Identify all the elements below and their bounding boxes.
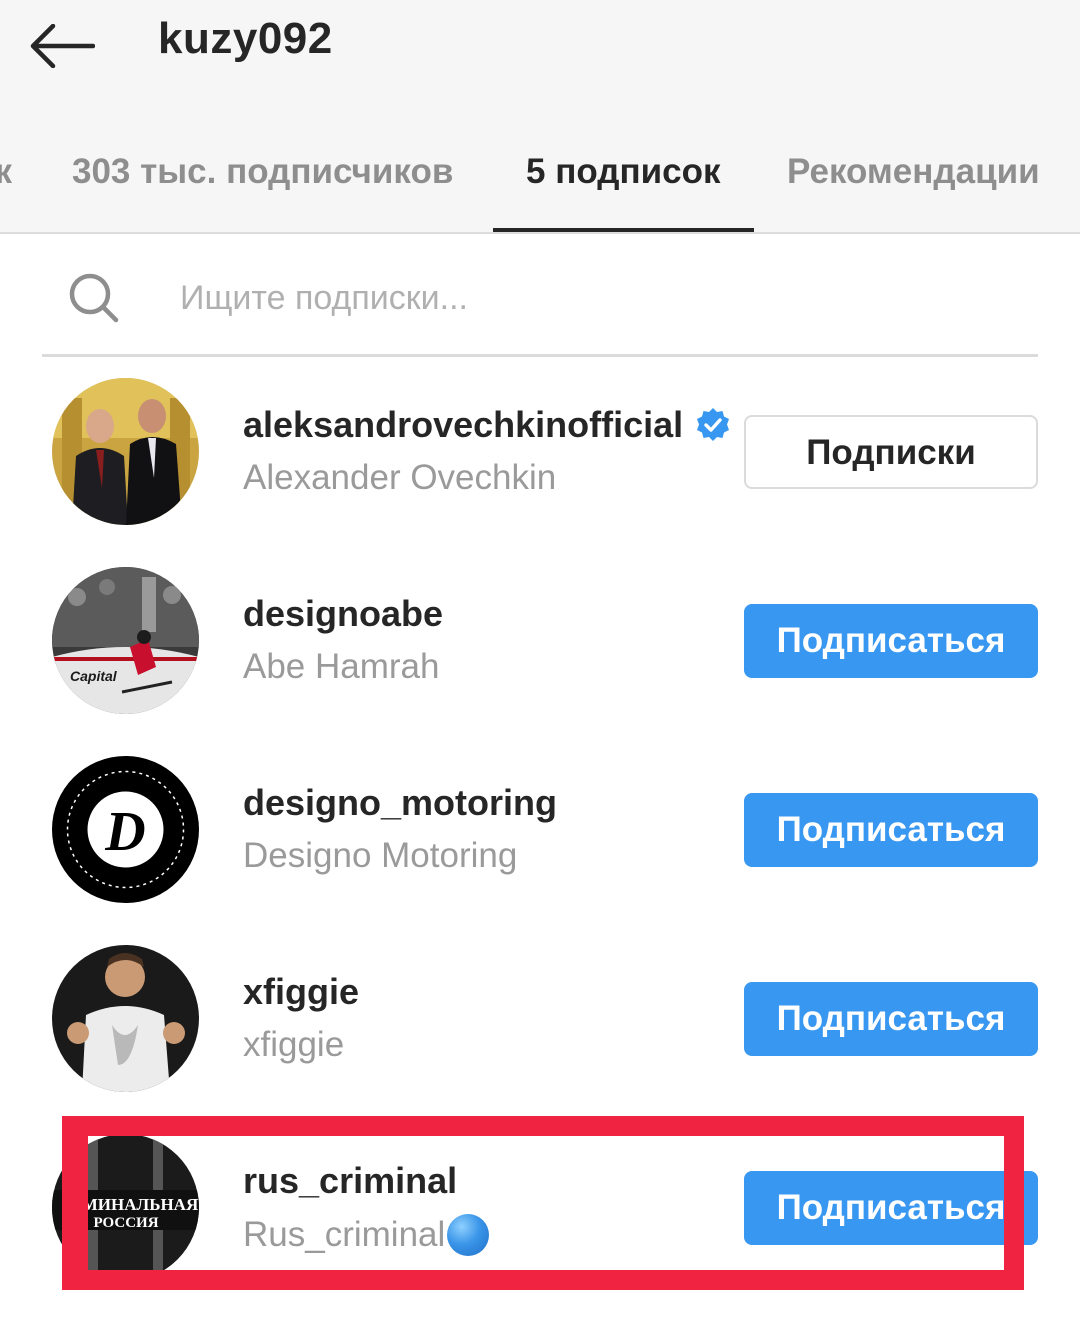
active-tab-indicator: [493, 228, 754, 232]
list-item[interactable]: Capital designoabe Abe Hamrah Подписатьс…: [0, 567, 1080, 756]
avatar-photo: [52, 945, 199, 1092]
username[interactable]: xfiggie: [243, 971, 359, 1013]
full-name: xfiggie: [243, 1025, 345, 1064]
username[interactable]: designo_motoring: [243, 782, 557, 824]
avatar-text: Capital: [70, 668, 118, 684]
avatar[interactable]: D: [52, 756, 199, 903]
tab-followers[interactable]: 303 тыс. подписчиков: [72, 146, 453, 198]
full-name: Rus_criminal: [243, 1214, 490, 1256]
avatar-photo: Capital: [52, 567, 199, 714]
avatar[interactable]: МИНАЛЬНАЯ РОССИЯ: [52, 1134, 199, 1281]
list-item[interactable]: МИНАЛЬНАЯ РОССИЯ rus_criminal Rus_crimin…: [0, 1134, 1080, 1323]
full-name: Designo Motoring: [243, 836, 518, 875]
follow-button[interactable]: Подписаться: [744, 982, 1038, 1056]
top-bar: kuzy092 к 303 тыс. подписчиков 5 подписо…: [0, 0, 1080, 234]
search-icon: [69, 273, 119, 323]
profile-username-title: kuzy092: [158, 14, 333, 63]
following-button[interactable]: Подписки: [744, 415, 1038, 489]
list-item[interactable]: D designo_motoring Designo Motoring Подп…: [0, 756, 1080, 945]
full-name: Alexander Ovechkin: [243, 458, 557, 497]
list-item[interactable]: xfiggie xfiggie Подписаться: [0, 945, 1080, 1134]
avatar[interactable]: [52, 378, 199, 525]
follow-button[interactable]: Подписаться: [744, 604, 1038, 678]
avatar-photo: МИНАЛЬНАЯ РОССИЯ: [52, 1134, 199, 1281]
avatar[interactable]: Capital: [52, 567, 199, 714]
username[interactable]: designoabe: [243, 593, 443, 635]
arrow-left-icon: [30, 24, 95, 68]
verified-badge-icon: [697, 408, 730, 441]
list-item[interactable]: aleksandrovechkinofficial Alexander Ovec…: [0, 378, 1080, 567]
tab-suggestions[interactable]: Рекомендации: [787, 146, 1040, 198]
tab-following[interactable]: 5 подписок: [526, 146, 720, 198]
avatar-photo: D: [52, 756, 199, 903]
search-bar: [42, 252, 1038, 357]
blue-circle-emoji: [447, 1214, 490, 1256]
search-input[interactable]: [180, 268, 1000, 328]
follow-button[interactable]: Подписаться: [744, 1171, 1038, 1245]
avatar-text: D: [104, 801, 145, 863]
username[interactable]: rus_criminal: [243, 1160, 457, 1202]
avatar[interactable]: [52, 945, 199, 1092]
username[interactable]: aleksandrovechkinofficial: [243, 404, 731, 446]
follow-button[interactable]: Подписаться: [744, 793, 1038, 867]
tab-partial[interactable]: к: [0, 146, 12, 198]
avatar-photo: [52, 378, 199, 525]
back-button[interactable]: [26, 18, 98, 74]
avatar-text: МИНАЛЬНАЯ: [82, 1195, 198, 1214]
full-name: Abe Hamrah: [243, 647, 440, 686]
avatar-text: РОССИЯ: [93, 1215, 158, 1231]
